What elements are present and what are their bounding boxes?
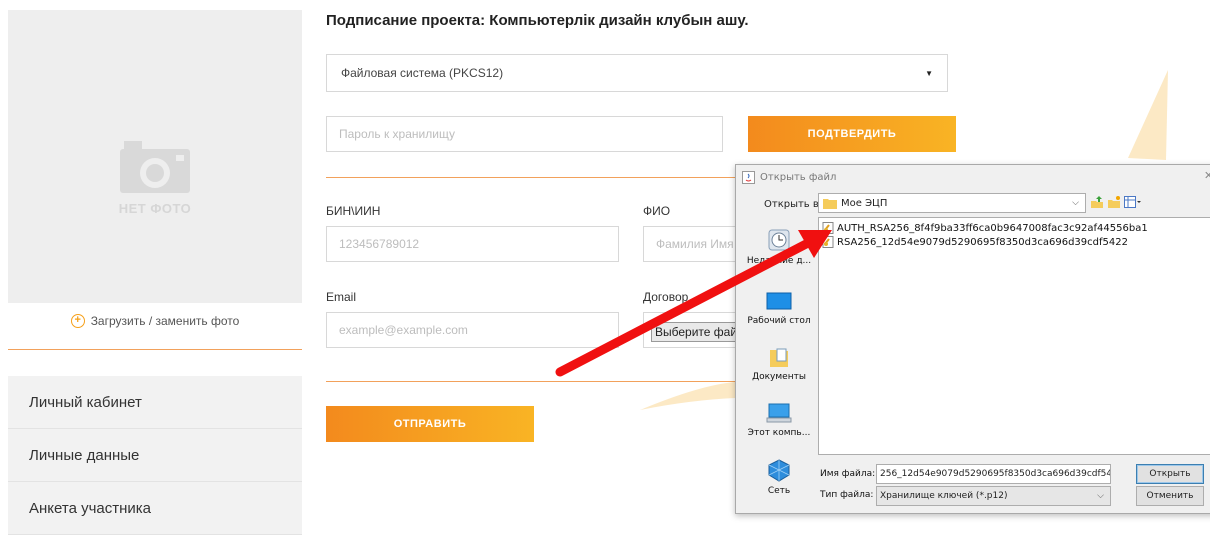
file-name: RSA256_12d54e9079d5290695f8350d3ca696d39… <box>837 236 1128 248</box>
folder-icon <box>823 199 837 209</box>
submit-button[interactable]: ОТПРАВИТЬ <box>326 406 534 442</box>
upload-photo-label: Загрузить / заменить фото <box>90 314 240 328</box>
up-folder-icon[interactable] <box>1090 195 1104 209</box>
form-divider-top <box>326 177 746 178</box>
plus-circle-icon: + <box>70 314 85 328</box>
filename-input[interactable]: 256_12d54e9079d5290695f8350d3ca696d39cdf… <box>876 464 1111 484</box>
computer-icon <box>766 403 792 423</box>
sidebar-divider <box>8 349 302 350</box>
documents-icon <box>770 348 788 367</box>
contract-label: Договор <box>643 290 689 304</box>
dialog-title: Открыть файл <box>760 172 837 183</box>
place-label: Документы <box>752 372 806 382</box>
open-button[interactable]: Открыть <box>1136 464 1204 484</box>
sidebar-item-label: Личный кабинет <box>29 393 142 411</box>
upload-photo-link[interactable]: + Загрузить / заменить фото <box>8 314 302 328</box>
camera-icon <box>120 141 190 193</box>
email-label: Email <box>326 290 357 304</box>
storage-type-select[interactable]: Файловая система (PKCS12) ▼ <box>326 54 948 92</box>
dialog-toolbar <box>1090 195 1142 209</box>
bin-input[interactable] <box>326 226 619 262</box>
places-bar: Недавние д... Рабочий стол Документы Это… <box>742 219 816 507</box>
file-list: AUTH_RSA256_8f4f9ba33ff6ca0b9647008fac3c… <box>818 217 1210 455</box>
look-in-combobox[interactable]: Мое ЭЦП ⌵ <box>818 193 1086 213</box>
no-photo-label: НЕТ ФОТО <box>118 201 192 216</box>
email-input[interactable] <box>326 312 619 348</box>
file-list-item[interactable]: AUTH_RSA256_8f4f9ba33ff6ca0b9647008fac3c… <box>822 222 1148 234</box>
cancel-button[interactable]: Отменить <box>1136 486 1204 506</box>
sidebar-menu: Личный кабинет Личные данные Анкета учас… <box>8 376 302 535</box>
network-icon <box>768 459 790 482</box>
chevron-down-icon: ⌵ <box>1097 491 1104 501</box>
new-folder-icon[interactable] <box>1107 195 1121 209</box>
bin-label: БИН\ИИН <box>326 204 381 218</box>
place-desktop[interactable]: Рабочий стол <box>742 291 816 326</box>
place-recent[interactable]: Недавние д... <box>742 227 816 266</box>
dialog-title-bar: Открыть файл <box>742 171 836 184</box>
file-list-item[interactable]: RSA256_12d54e9079d5290695f8350d3ca696d39… <box>822 236 1128 248</box>
filename-label: Имя файла: <box>820 469 876 479</box>
sidebar-item-label: Личные данные <box>29 446 140 464</box>
filetype-value: Хранилище ключей (*.p12) <box>880 491 1008 501</box>
view-menu-icon[interactable] <box>1124 195 1142 209</box>
place-label: Недавние д... <box>746 256 812 266</box>
choose-file-button[interactable]: Выберите файл <box>651 322 741 342</box>
certificate-file-icon <box>822 222 834 234</box>
look-in-value: Мое ЭЦП <box>841 197 888 209</box>
fio-label: ФИО <box>643 204 671 218</box>
caret-down-icon: ▼ <box>925 69 933 78</box>
java-app-icon <box>742 171 755 184</box>
confirm-button[interactable]: ПОДТВЕРДИТЬ <box>748 116 956 152</box>
sidebar-item-cabinet[interactable]: Личный кабинет <box>8 376 302 429</box>
filetype-label: Тип файла: <box>820 490 874 500</box>
place-network[interactable]: Сеть <box>742 459 816 496</box>
sidebar-item-participant-form[interactable]: Анкета участника <box>8 482 302 535</box>
desktop-icon <box>766 292 792 310</box>
filetype-combobox[interactable]: Хранилище ключей (*.p12) ⌵ <box>876 486 1111 506</box>
chevron-down-icon: ⌵ <box>1072 198 1079 208</box>
place-label: Рабочий стол <box>747 316 811 326</box>
sidebar-item-label: Анкета участника <box>29 499 151 517</box>
storage-type-value: Файловая система (PKCS12) <box>341 66 504 80</box>
close-icon[interactable]: ✕ <box>1204 169 1210 182</box>
place-documents[interactable]: Документы <box>742 345 816 382</box>
look-in-label: Открыть в: <box>764 199 823 210</box>
storage-password-input[interactable] <box>326 116 723 152</box>
recent-items-icon <box>768 229 790 251</box>
form-divider-bottom <box>326 381 746 382</box>
page-title: Подписание проекта: Компьютерлік дизайн … <box>326 12 749 29</box>
place-label: Сеть <box>767 486 791 496</box>
sidebar-item-personal-data[interactable]: Личные данные <box>8 429 302 482</box>
file-name: AUTH_RSA256_8f4f9ba33ff6ca0b9647008fac3c… <box>837 222 1148 234</box>
profile-photo-placeholder: НЕТ ФОТО <box>8 10 302 303</box>
place-this-computer[interactable]: Этот компь... <box>742 403 816 438</box>
place-label: Этот компь... <box>747 428 811 438</box>
certificate-file-icon <box>822 236 834 248</box>
open-file-dialog: Открыть файл ✕ Открыть в: Мое ЭЦП ⌵ Неда… <box>735 164 1210 514</box>
